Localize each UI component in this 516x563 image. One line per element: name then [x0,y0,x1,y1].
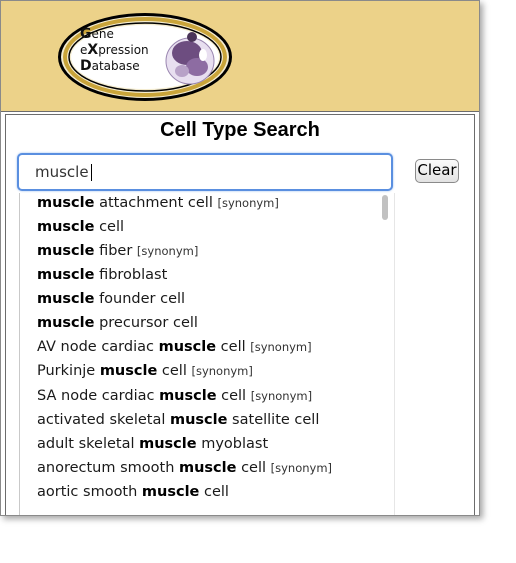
suggestion-text: AV node cardiac [37,339,159,355]
suggestion-match-text: muscle [37,315,95,331]
scrollbar-thumb[interactable] [382,195,388,220]
suggestion-match-text: muscle [37,267,95,283]
suggestion-text: SA node cardiac [37,388,160,404]
suggestion-text: myoblast [196,436,269,452]
scrollbar[interactable] [379,193,393,515]
suggestion-match-text: muscle [99,363,158,379]
autocomplete-list[interactable]: muscle attachment cell [synonym] muscle c… [19,193,395,515]
header-banner: Gene eXpression Database [1,1,479,112]
app-window: Gene eXpression Database Cell Type Searc… [0,0,480,516]
synonym-tag: [synonym] [217,196,279,210]
page-title: Cell Type Search [160,119,320,141]
suggestion-match-text: muscle [37,219,95,235]
suggestion-match-text: muscle [139,436,197,452]
suggestion-text: satellite cell [227,412,320,428]
suggestion-match-text: muscle [169,412,228,428]
suggestion-text: aortic smooth [37,484,142,500]
suggestion-text: cell [216,388,247,404]
suggestion-text: founder cell [94,291,186,307]
suggestion-text: cell [157,363,187,379]
suggestion-match-text: muscle [37,291,95,307]
suggestion-item[interactable]: AV node cardiac muscle cell [synonym] [37,337,312,357]
search-field[interactable] [17,153,393,191]
suggestion-text: attachment cell [94,195,213,211]
suggestion-match-text: muscle [37,195,95,211]
suggestion-text: activated skeletal [37,412,170,428]
search-input[interactable] [35,162,375,182]
suggestion-item[interactable]: muscle cell [37,217,124,237]
suggestion-text: cell [94,219,125,235]
suggestion-item[interactable]: Purkinje muscle cell [synonym] [37,361,253,381]
synonym-tag: [synonym] [270,461,333,475]
suggestion-text: cell [199,484,229,500]
suggestion-item[interactable]: muscle founder cell [37,289,185,309]
suggestion-text: fiber [94,243,133,259]
suggestion-text: Purkinje [37,363,100,379]
text-caret [91,164,92,181]
suggestion-text: fibroblast [94,267,168,283]
suggestion-item[interactable]: activated skeletal muscle satellite cell [37,410,319,430]
suggestion-text: anorectum smooth [37,460,179,476]
suggestion-text: adult skeletal [37,436,140,452]
clear-button[interactable]: Clear [415,159,459,183]
suggestion-item[interactable]: adult skeletal muscle myoblast [37,434,268,454]
suggestion-match-text: muscle [37,243,95,259]
synonym-tag: [synonym] [250,389,313,403]
suggestion-text: cell [236,460,267,476]
synonym-tag: [synonym] [191,364,253,378]
suggestion-match-text: muscle [158,339,217,355]
suggestion-item[interactable]: SA node cardiac muscle cell [synonym] [37,386,312,406]
suggestion-match-text: muscle [159,388,217,404]
suggestion-item[interactable]: anorectum smooth muscle cell [synonym] [37,458,332,478]
suggestion-item[interactable]: aortic smooth muscle cell [37,482,229,502]
logo-wordmark: Gene eXpression Database [80,26,149,74]
suggestion-match-text: muscle [179,460,237,476]
suggestion-text: cell [216,339,246,355]
suggestion-text: precursor cell [94,315,198,331]
suggestion-item[interactable]: muscle attachment cell [synonym] [37,193,279,213]
synonym-tag: [synonym] [136,244,199,258]
suggestion-item[interactable]: muscle fibroblast [37,265,167,285]
gxd-logo[interactable]: Gene eXpression Database [56,11,234,103]
suggestion-match-text: muscle [141,484,200,500]
synonym-tag: [synonym] [250,340,312,354]
suggestion-item[interactable]: muscle fiber [synonym] [37,241,198,261]
cell-type-search-panel: Cell Type Search Clear muscle attachment… [5,114,475,515]
suggestion-item[interactable]: muscle precursor cell [37,313,198,333]
